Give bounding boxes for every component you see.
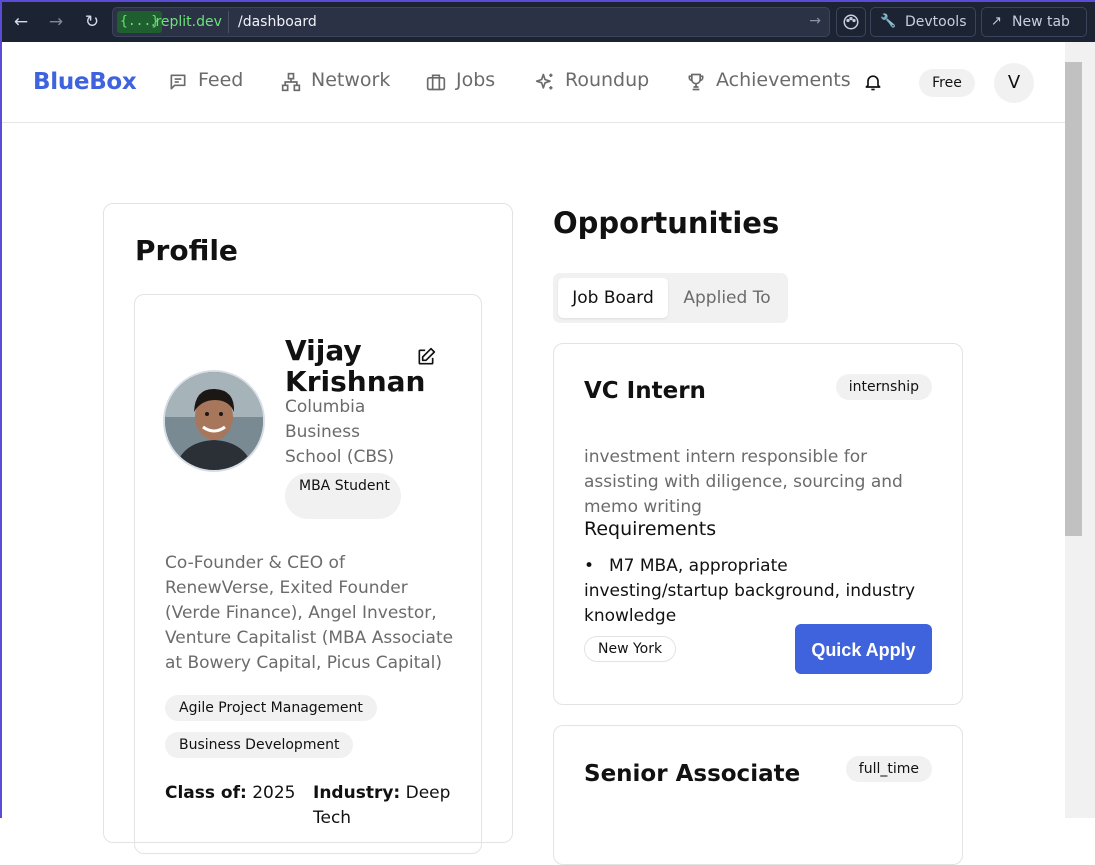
- url-host: .replit.dev: [151, 14, 222, 30]
- class-of-value: 2025: [252, 783, 296, 803]
- url-path-input[interactable]: /dashboard: [238, 8, 317, 36]
- user-avatar-button[interactable]: V: [994, 63, 1034, 103]
- quick-apply-button[interactable]: Quick Apply: [795, 624, 932, 674]
- app-header: BlueBox Feed Network Jobs Roundup Achiev…: [2, 42, 1065, 123]
- industry: Industry: Deep Tech: [313, 781, 463, 831]
- skill-tag: Agile Project Management: [165, 695, 377, 721]
- class-of-label: Class of:: [165, 783, 247, 803]
- skill-tag: Business Development: [165, 732, 354, 758]
- new-tab-button[interactable]: ↗ New tab: [981, 7, 1087, 37]
- theme-button[interactable]: [836, 7, 866, 37]
- network-icon: [281, 72, 301, 92]
- sparkles-icon: [535, 73, 553, 90]
- industry-label: Industry:: [313, 783, 401, 803]
- nav-label-feed: Feed: [198, 69, 244, 91]
- profile-heading: Profile: [135, 234, 238, 267]
- profile-details-card: Vijay Krishnan Columbia Business School …: [134, 294, 482, 854]
- bell-icon[interactable]: [863, 72, 883, 92]
- profile-name: Vijay Krishnan: [285, 334, 426, 398]
- address-bar[interactable]: {...} .replit.dev /dashboard →: [112, 7, 830, 37]
- job-card: Senior Associate full_time: [553, 725, 963, 865]
- nav-label-network: Network: [311, 69, 391, 91]
- profile-photo: [165, 372, 263, 470]
- trophy-icon: [688, 73, 704, 91]
- nav-label-roundup: Roundup: [565, 69, 650, 91]
- requirements-heading: Requirements: [584, 518, 717, 540]
- forward-arrow-icon[interactable]: →: [45, 11, 67, 33]
- briefcase-icon: [426, 74, 446, 91]
- go-arrow-icon[interactable]: →: [809, 13, 821, 29]
- opportunities-tabs: Job Board Applied To: [553, 273, 788, 323]
- requirements-list: • M7 MBA, appropriate investing/startup …: [584, 554, 934, 629]
- requirement-item: M7 MBA, appropriate investing/startup ba…: [584, 556, 916, 626]
- profile-card: Profile Vijay Krishnan Columbia Business…: [103, 203, 513, 854]
- location-badge: New York: [584, 636, 677, 662]
- devtools-label: Devtools: [905, 14, 967, 30]
- brand-logo[interactable]: BlueBox: [33, 69, 137, 95]
- tab-job-board[interactable]: Job Board: [558, 278, 668, 318]
- devtools-button[interactable]: 🔧 Devtools: [870, 7, 976, 37]
- page-scrollbar[interactable]: ▲: [1065, 42, 1095, 818]
- profile-photo-illustration: [165, 372, 263, 470]
- palette-icon: [843, 14, 859, 30]
- job-type-badge: internship: [835, 374, 932, 400]
- browser-toolbar: ← → ↻ {...} .replit.dev /dashboard → 🔧 D…: [0, 0, 1095, 42]
- message-square-icon: [170, 74, 186, 90]
- plan-badge[interactable]: Free: [919, 69, 975, 97]
- external-link-icon: ↗: [991, 14, 1002, 29]
- reload-icon[interactable]: ↻: [81, 11, 103, 33]
- url-domain: {...} .replit.dev: [115, 10, 227, 34]
- class-of: Class of: 2025: [165, 781, 295, 806]
- url-separator: [228, 11, 229, 33]
- role-badge: MBA Student: [285, 473, 401, 519]
- opportunities-heading: Opportunities: [553, 206, 780, 240]
- edit-icon[interactable]: [416, 347, 436, 367]
- job-type-badge: full_time: [845, 756, 932, 782]
- profile-bio: Co-Founder & CEO of RenewVerse, Exited F…: [165, 553, 454, 673]
- wrench-icon: 🔧: [880, 14, 897, 29]
- job-description: investment intern responsible for assist…: [584, 447, 903, 517]
- bullet-icon: •: [584, 556, 595, 576]
- nav-label-achievements: Achievements: [716, 69, 851, 91]
- job-card: VC Intern internship investment intern r…: [553, 343, 963, 705]
- tab-applied-to[interactable]: Applied To: [671, 278, 783, 318]
- new-tab-label: New tab: [1012, 14, 1070, 30]
- profile-school: Columbia Business School (CBS): [285, 397, 395, 467]
- job-title: VC Intern: [584, 378, 706, 404]
- nav-label-jobs: Jobs: [456, 69, 496, 91]
- back-arrow-icon[interactable]: ←: [10, 11, 32, 33]
- job-title: Senior Associate: [584, 761, 801, 787]
- scrollbar-thumb[interactable]: [1065, 62, 1082, 536]
